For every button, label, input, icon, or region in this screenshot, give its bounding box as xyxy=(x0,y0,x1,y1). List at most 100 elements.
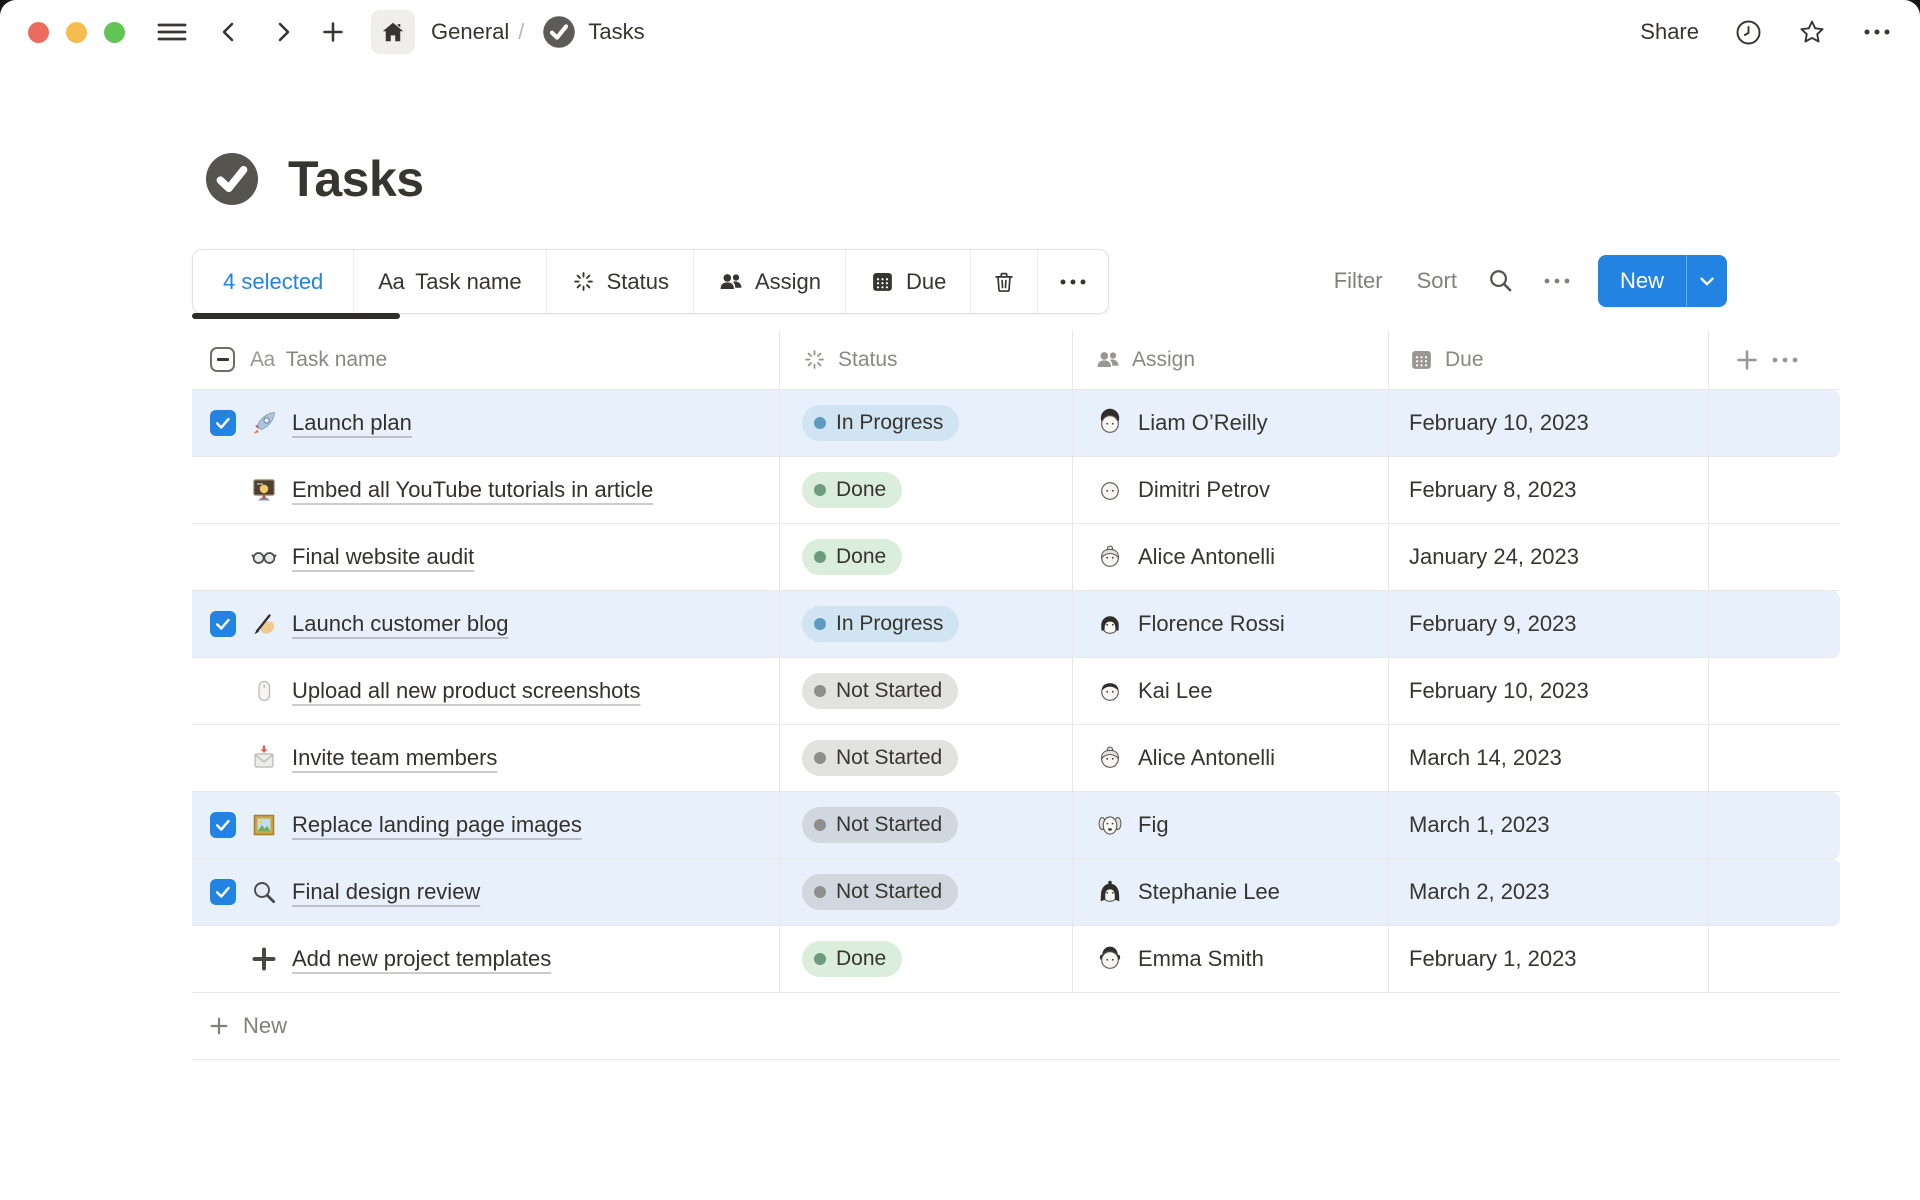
row-checkbox[interactable] xyxy=(210,879,236,905)
assign-cell[interactable]: Stephanie Lee xyxy=(1073,859,1389,925)
home-icon[interactable] xyxy=(371,10,415,54)
back-icon[interactable] xyxy=(217,20,241,44)
status-cell[interactable]: Not Started xyxy=(780,725,1073,791)
trash-button[interactable] xyxy=(971,250,1038,313)
toolbar-more-button[interactable] xyxy=(1038,250,1108,313)
new-row[interactable]: New xyxy=(192,993,1840,1060)
row-checkbox[interactable] xyxy=(210,611,236,637)
toolbar-tab-status[interactable]: Status xyxy=(547,250,694,313)
assign-cell[interactable]: Alice Antonelli xyxy=(1073,524,1389,590)
table-row[interactable]: Add new project templates Done Emma SmithF… xyxy=(192,926,1840,993)
task-cell[interactable]: Launch plan xyxy=(192,390,780,456)
task-cell[interactable]: Final design review xyxy=(192,859,780,925)
status-cell[interactable]: Done xyxy=(780,926,1073,992)
sidebar-menu-icon[interactable] xyxy=(157,17,187,47)
table-row[interactable]: Invite team members Not Started Alice Anto… xyxy=(192,725,1840,792)
column-header-assign[interactable]: Assign xyxy=(1073,330,1389,389)
column-header-due[interactable]: Due xyxy=(1389,330,1709,389)
table-row[interactable]: Upload all new product screenshots Not St… xyxy=(192,658,1840,725)
assign-cell[interactable]: Emma Smith xyxy=(1073,926,1389,992)
due-cell[interactable]: January 24, 2023 xyxy=(1389,524,1709,590)
status-cell[interactable]: Not Started xyxy=(780,792,1073,858)
assign-cell[interactable]: Florence Rossi xyxy=(1073,591,1389,657)
task-title[interactable]: Replace landing page images xyxy=(292,812,582,838)
task-cell[interactable]: Upload all new product screenshots xyxy=(192,658,780,724)
table-row[interactable]: Launch plan In Progress Liam O’ReillyFebru… xyxy=(192,390,1840,457)
sort-button[interactable]: Sort xyxy=(1417,268,1457,294)
table-row[interactable]: Replace landing page images Not Started Fi… xyxy=(192,792,1840,859)
new-button-label[interactable]: New xyxy=(1598,255,1686,307)
toolbar-tab-due[interactable]: Due xyxy=(846,250,971,313)
status-cell[interactable]: Not Started xyxy=(780,859,1073,925)
assign-cell[interactable]: Liam O’Reilly xyxy=(1073,390,1389,456)
task-title[interactable]: Embed all YouTube tutorials in article xyxy=(292,477,653,503)
close-window-button[interactable] xyxy=(28,22,49,43)
status-badge[interactable]: Not Started xyxy=(802,807,958,843)
table-row[interactable]: Embed all YouTube tutorials in article Do… xyxy=(192,457,1840,524)
search-icon[interactable] xyxy=(1487,267,1514,294)
task-cell[interactable]: Add new project templates xyxy=(192,926,780,992)
new-button-dropdown[interactable] xyxy=(1686,255,1727,307)
history-clock-icon[interactable] xyxy=(1735,19,1762,46)
select-all-checkbox[interactable] xyxy=(210,347,235,372)
filter-button[interactable]: Filter xyxy=(1334,268,1383,294)
status-badge[interactable]: In Progress xyxy=(802,405,959,441)
toolbar-tab-assign[interactable]: Assign xyxy=(694,250,846,313)
due-cell[interactable]: February 8, 2023 xyxy=(1389,457,1709,523)
toolbar-tab-task-name[interactable]: AaTask name xyxy=(354,250,546,313)
due-cell[interactable]: March 2, 2023 xyxy=(1389,859,1709,925)
task-title[interactable]: Upload all new product screenshots xyxy=(292,678,641,704)
more-options-icon[interactable] xyxy=(1862,27,1892,37)
task-title[interactable]: Final website audit xyxy=(292,544,474,570)
task-cell[interactable]: Embed all YouTube tutorials in article xyxy=(192,457,780,523)
status-cell[interactable]: In Progress xyxy=(780,390,1073,456)
status-badge[interactable]: Not Started xyxy=(802,874,958,910)
task-cell[interactable]: Final website audit xyxy=(192,524,780,590)
assign-cell[interactable]: Alice Antonelli xyxy=(1073,725,1389,791)
due-cell[interactable]: February 10, 2023 xyxy=(1389,390,1709,456)
task-cell[interactable]: Replace landing page images xyxy=(192,792,780,858)
assign-cell[interactable]: Fig xyxy=(1073,792,1389,858)
assign-cell[interactable]: Dimitri Petrov xyxy=(1073,457,1389,523)
due-cell[interactable]: February 9, 2023 xyxy=(1389,591,1709,657)
new-button[interactable]: New xyxy=(1598,255,1727,307)
task-title[interactable]: Final design review xyxy=(292,879,480,905)
status-cell[interactable]: Done xyxy=(780,524,1073,590)
status-badge[interactable]: Not Started xyxy=(802,673,958,709)
task-title[interactable]: Launch customer blog xyxy=(292,611,508,637)
forward-icon[interactable] xyxy=(271,20,295,44)
table-options-icon[interactable] xyxy=(1770,355,1800,365)
status-badge[interactable]: Done xyxy=(802,941,902,977)
due-cell[interactable]: February 1, 2023 xyxy=(1389,926,1709,992)
table-row[interactable]: Final design review Not Started Stephanie … xyxy=(192,859,1840,926)
task-cell[interactable]: Launch customer blog xyxy=(192,591,780,657)
column-header-task-name[interactable]: Aa Task name xyxy=(192,330,780,389)
task-title[interactable]: Add new project templates xyxy=(292,946,551,972)
breadcrumb-root[interactable]: General xyxy=(431,19,509,45)
selected-count-tab[interactable]: 4 selected xyxy=(193,250,354,313)
assign-cell[interactable]: Kai Lee xyxy=(1073,658,1389,724)
zoom-window-button[interactable] xyxy=(104,22,125,43)
breadcrumb-current[interactable]: Tasks xyxy=(588,19,644,45)
row-checkbox[interactable] xyxy=(210,812,236,838)
task-cell[interactable]: Invite team members xyxy=(192,725,780,791)
view-more-icon[interactable] xyxy=(1542,276,1572,286)
share-button[interactable]: Share xyxy=(1640,19,1699,45)
add-column-icon[interactable] xyxy=(1735,348,1759,372)
due-cell[interactable]: March 14, 2023 xyxy=(1389,725,1709,791)
column-header-status[interactable]: Status xyxy=(780,330,1073,389)
status-badge[interactable]: Done xyxy=(802,472,902,508)
task-title[interactable]: Invite team members xyxy=(292,745,497,771)
status-badge[interactable]: In Progress xyxy=(802,606,959,642)
status-cell[interactable]: Done xyxy=(780,457,1073,523)
favorite-star-icon[interactable] xyxy=(1798,18,1826,46)
minimize-window-button[interactable] xyxy=(66,22,87,43)
due-cell[interactable]: February 10, 2023 xyxy=(1389,658,1709,724)
status-cell[interactable]: Not Started xyxy=(780,658,1073,724)
task-title[interactable]: Launch plan xyxy=(292,410,412,436)
new-page-icon[interactable] xyxy=(321,20,345,44)
status-cell[interactable]: In Progress xyxy=(780,591,1073,657)
due-cell[interactable]: March 1, 2023 xyxy=(1389,792,1709,858)
status-badge[interactable]: Not Started xyxy=(802,740,958,776)
row-checkbox[interactable] xyxy=(210,410,236,436)
